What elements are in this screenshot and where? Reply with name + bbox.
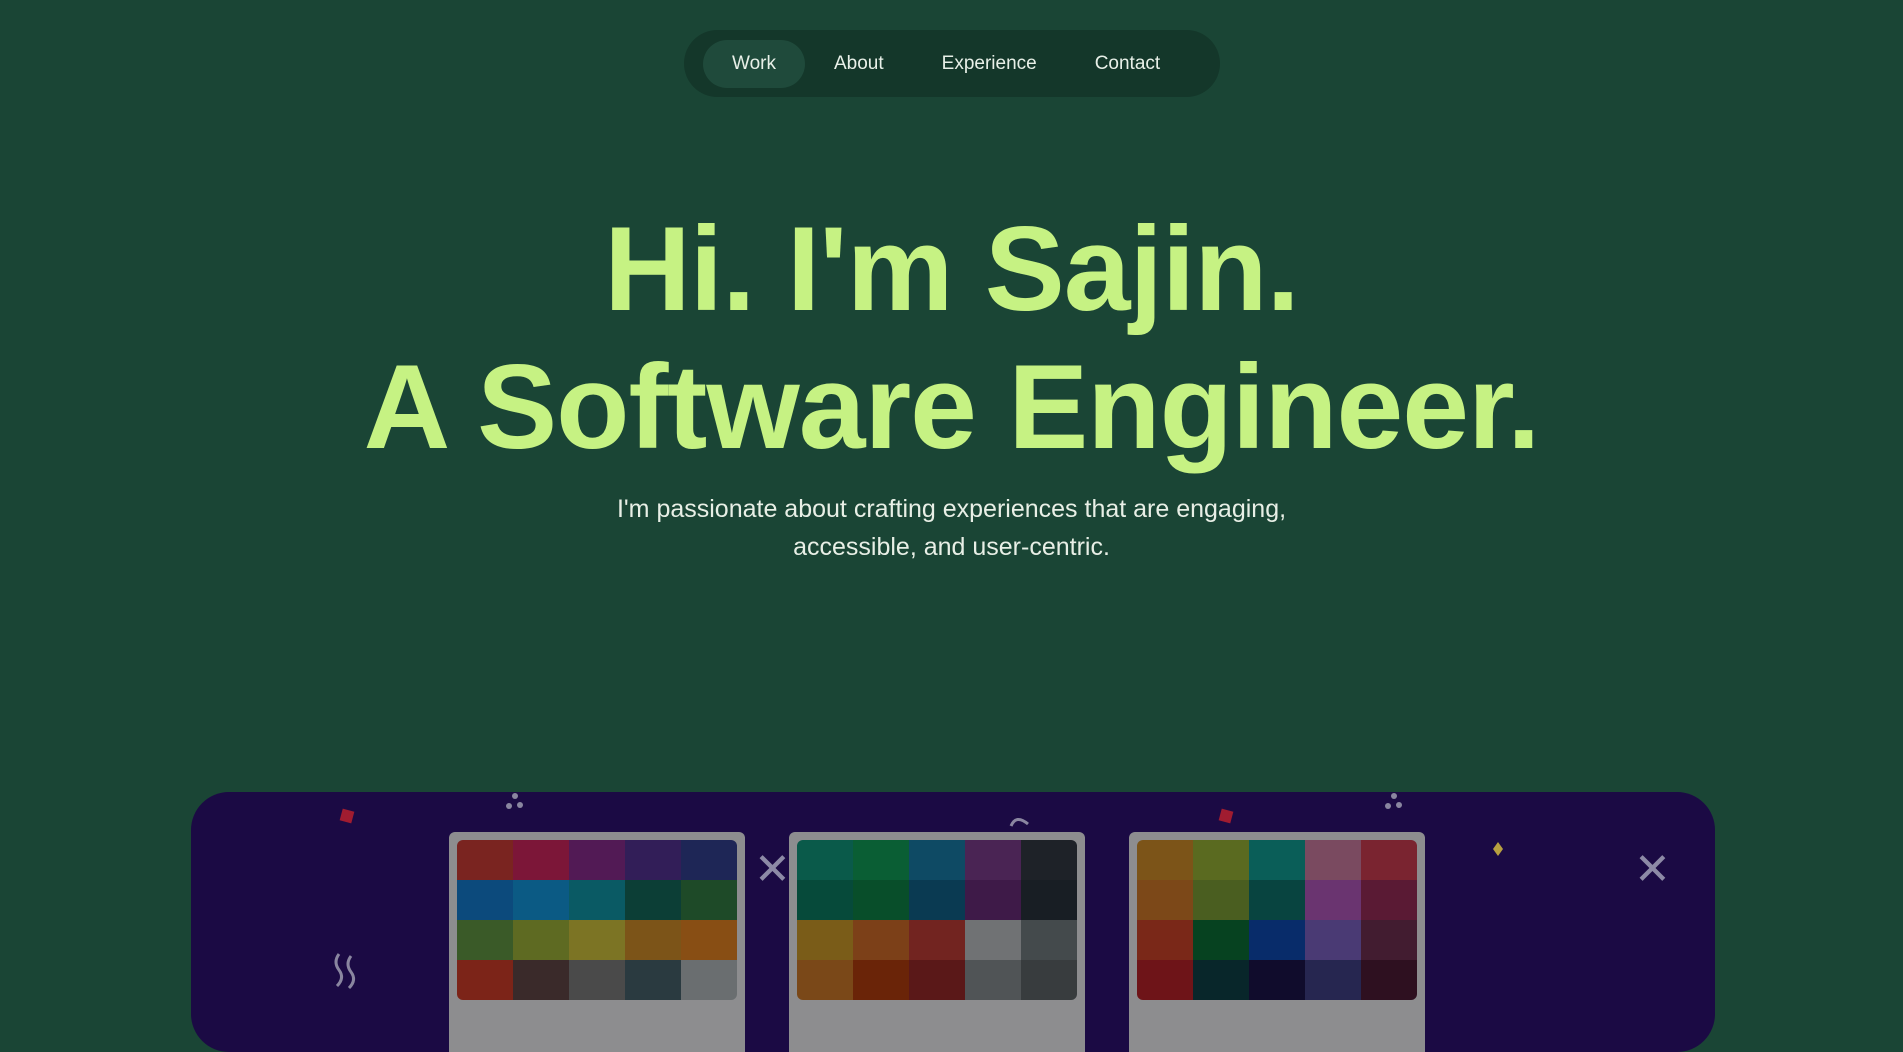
palette-swatch — [1249, 920, 1305, 960]
palette-swatch — [1249, 840, 1305, 880]
palette-swatch — [513, 960, 569, 1000]
confetti-dots-decoration — [1383, 792, 1405, 812]
palette-swatch — [965, 880, 1021, 920]
hero-heading-line-1: Hi. I'm Sajin. — [604, 202, 1300, 336]
hero-subtitle-line-1: I'm passionate about crafting experience… — [616, 495, 1287, 523]
palette-swatch — [569, 880, 625, 920]
confetti-square-decoration — [339, 808, 355, 824]
palette-swatch — [797, 960, 853, 1000]
nav-item-about[interactable]: About — [805, 40, 913, 88]
nav-item-work[interactable]: Work — [703, 39, 805, 88]
palette-swatch — [1249, 960, 1305, 1000]
palette-swatch — [909, 880, 965, 920]
project-card-3[interactable] — [1129, 832, 1425, 1052]
palette-swatch — [457, 880, 513, 920]
palette-swatch — [797, 840, 853, 880]
palette-swatch — [965, 840, 1021, 880]
close-x-decoration-icon: ✕ — [754, 845, 791, 894]
palette-swatch — [1361, 880, 1417, 920]
palette-swatch — [513, 920, 569, 960]
palette-swatch — [1193, 920, 1249, 960]
palette-swatch — [569, 920, 625, 960]
confetti-dots-decoration — [504, 792, 526, 812]
palette-swatch — [1361, 960, 1417, 1000]
color-palette-grid — [1137, 840, 1417, 1000]
palette-swatch — [681, 920, 737, 960]
top-nav: Work About Experience Contact — [684, 30, 1220, 97]
palette-swatch — [1021, 880, 1077, 920]
palette-swatch — [569, 840, 625, 880]
palette-swatch — [1361, 920, 1417, 960]
palette-swatch — [1137, 880, 1193, 920]
palette-swatch — [853, 840, 909, 880]
palette-swatch — [569, 960, 625, 1000]
palette-swatch — [797, 880, 853, 920]
hero-heading-line-2: A Software Engineer. — [363, 340, 1541, 474]
palette-swatch — [513, 880, 569, 920]
palette-swatch — [625, 840, 681, 880]
color-palette-grid — [457, 840, 737, 1000]
palette-swatch — [909, 920, 965, 960]
palette-swatch — [1021, 960, 1077, 1000]
work-showcase: ✕ ✕ — [191, 792, 1715, 1052]
palette-swatch — [681, 960, 737, 1000]
palette-swatch — [681, 880, 737, 920]
palette-swatch — [513, 840, 569, 880]
palette-swatch — [1137, 960, 1193, 1000]
palette-swatch — [1305, 920, 1361, 960]
palette-swatch — [965, 920, 1021, 960]
palette-swatch — [909, 960, 965, 1000]
palette-swatch — [625, 960, 681, 1000]
palette-swatch — [909, 840, 965, 880]
confetti-arc-decoration — [1008, 814, 1032, 828]
hero-heading: Hi. I'm Sajin. A Software Engineer. — [0, 200, 1903, 476]
project-card-2[interactable] — [789, 832, 1085, 1052]
palette-swatch — [457, 920, 513, 960]
palette-swatch — [681, 840, 737, 880]
palette-swatch — [457, 840, 513, 880]
palette-swatch — [853, 920, 909, 960]
palette-swatch — [1193, 880, 1249, 920]
close-x-decoration-icon: ✕ — [1634, 845, 1671, 894]
palette-swatch — [1305, 840, 1361, 880]
palette-swatch — [625, 920, 681, 960]
hero-subtitle: I'm passionate about crafting experience… — [0, 490, 1903, 566]
palette-swatch — [853, 960, 909, 1000]
palette-swatch — [1193, 960, 1249, 1000]
palette-swatch — [1249, 880, 1305, 920]
confetti-squiggle-decoration — [331, 952, 361, 992]
palette-swatch — [1361, 840, 1417, 880]
color-palette-grid — [797, 840, 1077, 1000]
nav-item-experience[interactable]: Experience — [913, 40, 1066, 88]
palette-swatch — [797, 920, 853, 960]
palette-swatch — [1193, 840, 1249, 880]
palette-swatch — [1137, 840, 1193, 880]
confetti-square-decoration — [1218, 808, 1234, 824]
nav-item-contact[interactable]: Contact — [1066, 40, 1189, 88]
project-card-1[interactable] — [449, 832, 745, 1052]
palette-swatch — [1021, 840, 1077, 880]
hero-subtitle-line-2: accessible, and user-centric. — [793, 533, 1110, 561]
palette-swatch — [625, 880, 681, 920]
palette-swatch — [853, 880, 909, 920]
palette-swatch — [1021, 920, 1077, 960]
confetti-diamond-decoration — [1493, 842, 1503, 856]
palette-swatch — [1305, 880, 1361, 920]
palette-swatch — [1137, 920, 1193, 960]
palette-swatch — [1305, 960, 1361, 1000]
palette-swatch — [965, 960, 1021, 1000]
palette-swatch — [457, 960, 513, 1000]
